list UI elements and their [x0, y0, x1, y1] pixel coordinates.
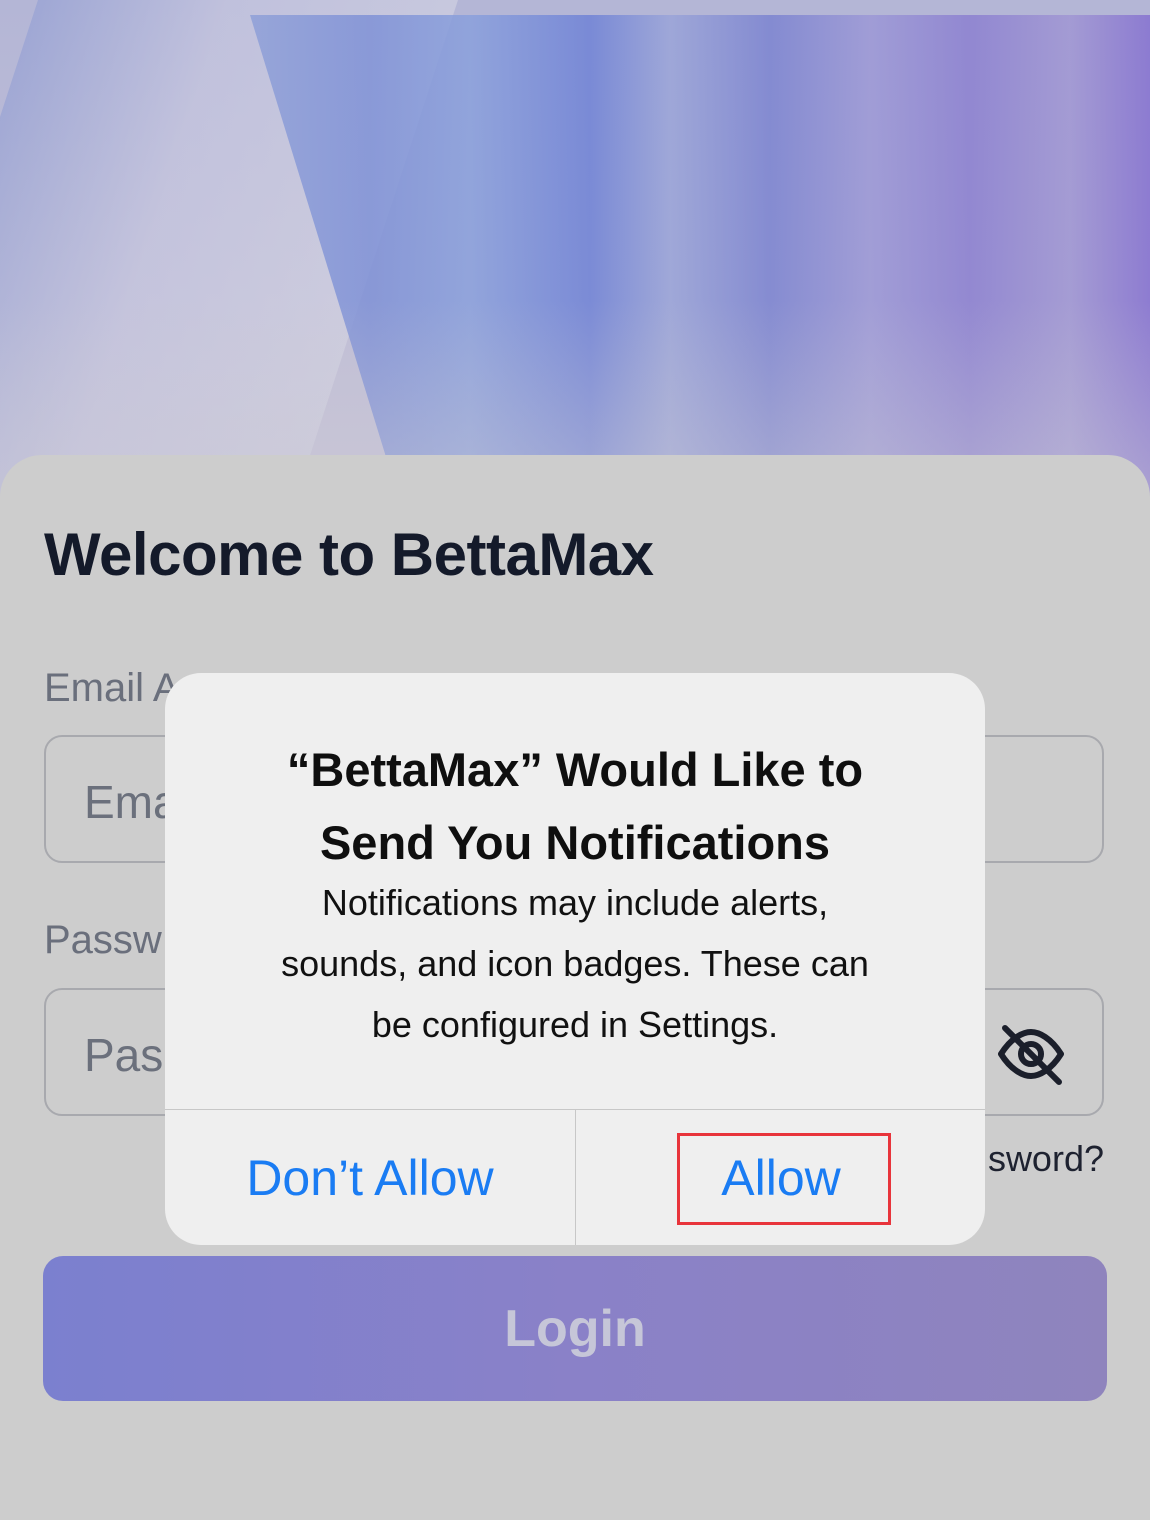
alert-message-line-3: be configured in Settings. — [371, 1004, 779, 1045]
alert-message-line-1: Notifications may include alerts, — [321, 882, 829, 923]
alert-message-line-2: sounds, and icon badges. These can — [281, 943, 869, 984]
page-title: Welcome to BettaMax — [44, 521, 654, 588]
email-label: Email A — [44, 666, 180, 710]
password-label: Passw — [44, 918, 162, 962]
allow-button-highlight — [677, 1133, 891, 1225]
forgot-password-link[interactable]: sword? — [988, 1138, 1104, 1180]
password-placeholder: Pas — [84, 1029, 164, 1081]
alert-title-line-2: Send You Notifications — [319, 816, 831, 869]
alert-title: “BettaMax” Would Like to Send You Notifi… — [165, 733, 985, 879]
hero-background — [0, 0, 1150, 520]
alert-title-line-1: “BettaMax” Would Like to — [286, 743, 864, 796]
eye-off-icon[interactable] — [995, 1022, 1067, 1086]
login-button[interactable]: Login — [43, 1256, 1107, 1401]
dont-allow-button[interactable]: Don’t Allow — [165, 1110, 575, 1245]
